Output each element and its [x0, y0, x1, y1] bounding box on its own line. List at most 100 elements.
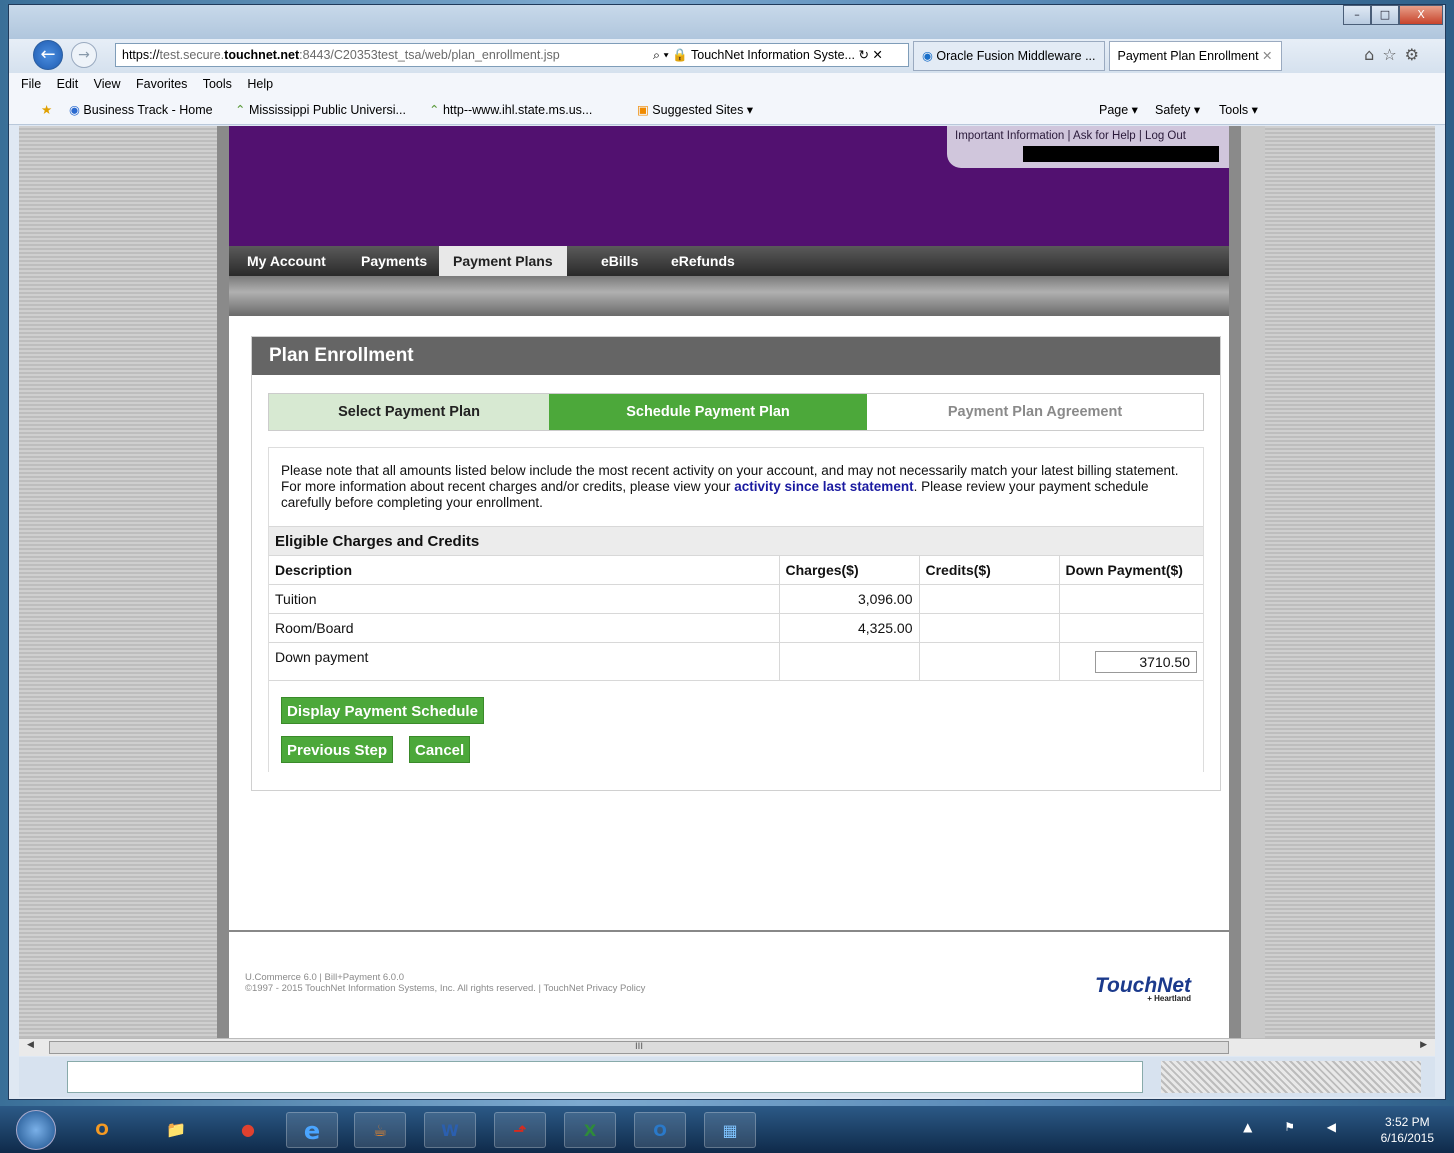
activity-link[interactable]: activity since last statement: [734, 479, 913, 494]
tools-menu[interactable]: Tools ▾: [1219, 95, 1258, 125]
scroll-left-icon[interactable]: ◀: [27, 1040, 34, 1050]
cell-down: [1058, 613, 1203, 643]
down-payment-cell: 3710.50: [1058, 642, 1203, 681]
fav-label: http--www.ihl.state.ms.us...: [442, 103, 593, 117]
cancel-button[interactable]: Cancel: [409, 736, 471, 763]
enrollment-content: Please note that all amounts listed belo…: [268, 447, 1204, 772]
menu-tools[interactable]: Tools: [203, 77, 232, 91]
bookmark-icon: ⌃: [235, 103, 246, 117]
address-title-area: ⌕ ▾ 🔒 TouchNet Information Syste... ↻ ✕: [653, 44, 883, 66]
file-explorer-icon[interactable]: 📁: [150, 1112, 202, 1148]
cell-credits-empty: [918, 642, 1060, 681]
tab-close-icon[interactable]: ✕: [1262, 49, 1272, 63]
clock-date: 6/16/2015: [1380, 1131, 1434, 1145]
fav-label: Suggested Sites ▾: [652, 103, 754, 117]
bookmark-icon: ⌃: [429, 103, 440, 117]
fav-mississippi[interactable]: ⌃ Mississippi Public Universi...: [235, 95, 406, 125]
tab-strip: ◉ Oracle Fusion Middleware ... Payment P…: [913, 41, 1286, 71]
scrollbar-thumb[interactable]: III: [49, 1041, 1229, 1054]
fav-label: Business Track - Home: [83, 103, 213, 117]
media-player-icon[interactable]: O: [76, 1112, 128, 1148]
redacted-username: [1023, 146, 1219, 162]
nav-my-account[interactable]: My Account: [233, 246, 340, 276]
page-menu[interactable]: Page ▾: [1099, 95, 1138, 125]
acrobat-icon[interactable]: ⬏: [494, 1112, 546, 1148]
previous-step-button[interactable]: Previous Step: [281, 736, 394, 763]
menu-bar: File Edit View Favorites Tools Help: [9, 73, 1445, 95]
home-favorites-settings-icons[interactable]: ⌂☆⚙: [1364, 45, 1427, 64]
excel-icon[interactable]: X: [564, 1112, 616, 1148]
address-controls[interactable]: ⌕ ▾ 🔒: [653, 48, 688, 62]
desktop: – □ X ← → https://test.secure.touchnet.n…: [0, 0, 1454, 1153]
site-identity-title[interactable]: TouchNet Information Syste...: [691, 48, 855, 62]
forward-arrow-icon[interactable]: →: [71, 42, 97, 68]
menu-help[interactable]: Help: [247, 77, 273, 91]
fav-label: Mississippi Public Universi...: [248, 103, 406, 117]
tab-payment-plan[interactable]: Payment Plan Enrollment ✕: [1108, 41, 1282, 71]
col-credits: Credits($): [918, 555, 1060, 585]
outlook-icon[interactable]: O: [634, 1112, 686, 1148]
step-agreement: Payment Plan Agreement: [867, 394, 1203, 430]
nav-payments[interactable]: Payments: [347, 246, 441, 276]
favorites-bar: ★ ◉ Business Track - Home ⌃ Mississippi …: [9, 95, 1445, 125]
top-links-text[interactable]: Important Information | Ask for Help | L…: [955, 130, 1186, 142]
remote-desktop-icon[interactable]: ▦: [704, 1112, 756, 1148]
status-zone: [1161, 1061, 1421, 1093]
sub-nav-bar: [229, 276, 1229, 316]
suggested-sites-icon: ▣: [637, 103, 649, 117]
fav-business-track[interactable]: ◉ Business Track - Home: [69, 95, 213, 125]
java-icon[interactable]: ☕: [354, 1112, 406, 1148]
nav-payment-plans[interactable]: Payment Plans: [439, 246, 567, 276]
taskbar-clock[interactable]: 3:52 PM 6/16/2015: [1381, 1114, 1434, 1146]
minimize-button[interactable]: –: [1343, 5, 1371, 25]
word-icon[interactable]: W: [424, 1112, 476, 1148]
display-payment-schedule-button[interactable]: Display Payment Schedule: [281, 697, 484, 724]
table-row: Tuition 3,096.00: [269, 584, 1203, 614]
back-arrow-icon[interactable]: ←: [33, 40, 63, 70]
address-bar[interactable]: https://test.secure.touchnet.net:8443/C2…: [115, 43, 909, 67]
favorites-star-icon[interactable]: ★: [41, 95, 52, 125]
cell-description: Room/Board: [269, 613, 780, 643]
cell-down: [1058, 584, 1203, 614]
menu-favorites[interactable]: Favorites: [136, 77, 187, 91]
top-links[interactable]: Important Information | Ask for Help | L…: [947, 126, 1229, 168]
step-schedule-plan: Schedule Payment Plan: [549, 394, 867, 430]
tab-oracle[interactable]: ◉ Oracle Fusion Middleware ...: [913, 41, 1105, 71]
notice-text: Please note that all amounts listed belo…: [269, 448, 1203, 526]
page-viewport: Important Information | Ask for Help | L…: [19, 126, 1435, 1038]
footer-copyright[interactable]: ©1997 - 2015 TouchNet Information System…: [245, 983, 645, 994]
fav-ihl[interactable]: ⌃ http--www.ihl.state.ms.us...: [429, 95, 592, 125]
ie-page-icon: ◉: [922, 49, 933, 63]
taskbar: O 📁 ● e ☕ W ⬏ X O ▦ ▲ ⚑ ◀ 3:52 PM 6/16/2…: [0, 1106, 1454, 1153]
close-window-button[interactable]: X: [1399, 5, 1443, 25]
maximize-button[interactable]: □: [1371, 5, 1399, 25]
plan-enrollment-panel: Plan Enrollment Select Payment Plan Sche…: [251, 336, 1221, 791]
main-nav: My Account Payments Payment Plans eBills…: [229, 246, 1229, 276]
refresh-stop-icons[interactable]: ↻ ✕: [858, 48, 882, 62]
cell-credits: [918, 613, 1060, 643]
url-host: touchnet.net: [224, 48, 300, 62]
chrome-icon[interactable]: ●: [222, 1112, 274, 1148]
start-button-icon[interactable]: [16, 1110, 56, 1150]
table-row: Room/Board 4,325.00: [269, 613, 1203, 643]
safety-menu[interactable]: Safety ▾: [1155, 95, 1200, 125]
down-payment-input[interactable]: 3710.50: [1095, 650, 1197, 673]
nav-erefunds[interactable]: eRefunds: [657, 246, 749, 276]
background-right: [1265, 126, 1435, 1038]
menu-file[interactable]: File: [21, 77, 41, 91]
status-bar: [19, 1057, 1435, 1097]
menu-edit[interactable]: Edit: [57, 77, 79, 91]
url-scheme: https://: [122, 48, 160, 62]
fav-suggested-sites[interactable]: ▣ Suggested Sites ▾: [637, 95, 753, 125]
horizontal-scrollbar[interactable]: ◀ III ▶: [19, 1038, 1435, 1056]
system-tray-icons[interactable]: ▲ ⚑ ◀: [1243, 1120, 1350, 1134]
menu-view[interactable]: View: [94, 77, 121, 91]
charges-table: Eligible Charges and Credits Description…: [269, 526, 1203, 681]
internet-explorer-icon[interactable]: e: [286, 1112, 338, 1148]
url-path: :8443/C20353test_tsa/web/plan_enrollment…: [299, 48, 560, 62]
title-bar: – □ X: [9, 5, 1445, 39]
cell-credits: [918, 584, 1060, 614]
scroll-right-icon[interactable]: ▶: [1420, 1040, 1427, 1050]
nav-ebills[interactable]: eBills: [587, 246, 652, 276]
footer-text: U.Commerce 6.0 | Bill+Payment 6.0.0 ©199…: [245, 972, 645, 994]
